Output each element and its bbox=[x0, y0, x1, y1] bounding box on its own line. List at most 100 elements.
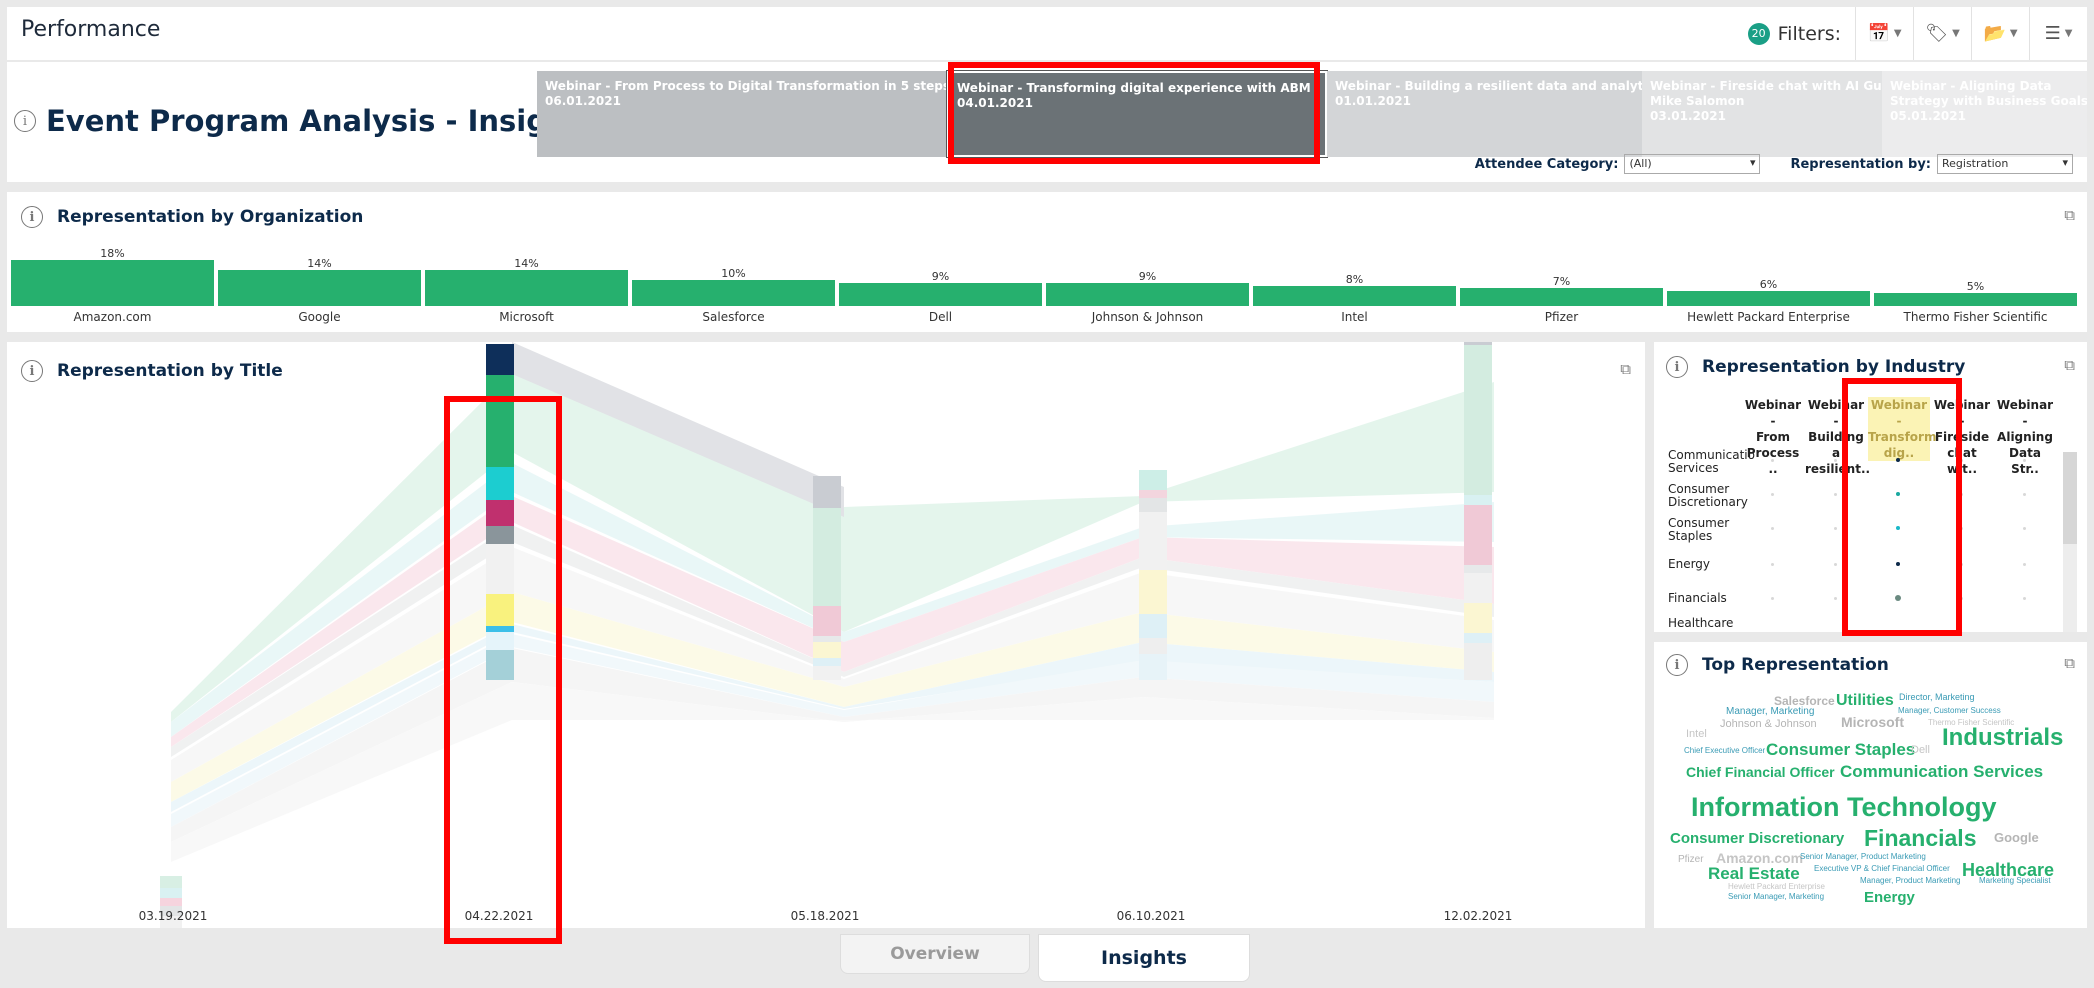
info-icon[interactable]: i bbox=[1666, 356, 1688, 378]
tag-icon: 🏷 bbox=[1925, 23, 1949, 44]
popout-icon[interactable]: ⧉ bbox=[2064, 356, 2075, 374]
highlight-box-column bbox=[444, 396, 562, 944]
event-tile[interactable]: Webinar - From Process to Digital Transf… bbox=[537, 71, 947, 157]
date-filter-button[interactable]: 📅 ▼ bbox=[1855, 7, 1913, 60]
word-cloud-term[interactable]: Intel bbox=[1686, 728, 1707, 740]
column-0610 bbox=[1139, 470, 1167, 680]
word-cloud-term[interactable]: Chief Financial Officer bbox=[1686, 764, 1835, 780]
event-tile[interactable]: Webinar - Fireside chat with AI Guru Mik… bbox=[1642, 71, 1882, 157]
word-cloud-term[interactable]: Chief Executive Officer bbox=[1684, 746, 1765, 755]
representation-by-select[interactable]: Registration bbox=[1937, 154, 2073, 174]
word-cloud-term[interactable]: Consumer Staples bbox=[1766, 740, 1915, 760]
org-bar-column[interactable]: 5% Thermo Fisher Scientific bbox=[1874, 280, 2077, 326]
industry-dot[interactable] bbox=[1833, 562, 1837, 566]
page-title-group: i Event Program Analysis - Insights bbox=[14, 104, 599, 138]
industry-dot[interactable] bbox=[1833, 526, 1837, 530]
word-cloud-term[interactable]: Energy bbox=[1864, 889, 1915, 906]
word-cloud-term[interactable]: Marketing Specialist bbox=[1979, 876, 2051, 885]
word-cloud-term[interactable]: Director, Marketing bbox=[1899, 692, 1975, 702]
org-bar[interactable] bbox=[218, 270, 421, 306]
industry-panel-title: Representation by Industry bbox=[1702, 357, 1966, 377]
filter-count-badge: 20 bbox=[1747, 22, 1770, 45]
org-bar-column[interactable]: 6% Hewlett Packard Enterprise bbox=[1667, 278, 1870, 326]
word-cloud-term[interactable]: Hewlett Packard Enterprise bbox=[1728, 882, 1825, 891]
event-name: Webinar - Building a resilient data and … bbox=[1335, 79, 1642, 93]
tab-overview[interactable]: Overview bbox=[840, 934, 1030, 974]
word-cloud-term[interactable]: Johnson & Johnson bbox=[1720, 718, 1817, 730]
word-cloud-term[interactable]: Google bbox=[1994, 830, 2039, 845]
word-cloud-term[interactable]: Pfizer bbox=[1678, 854, 1704, 865]
org-bar[interactable] bbox=[425, 270, 628, 306]
industry-column-header[interactable]: Webinar - Aligning Data Str.. bbox=[1994, 397, 2056, 477]
industry-dot[interactable] bbox=[1770, 596, 1774, 600]
attendee-category-select[interactable]: (All) bbox=[1624, 154, 1761, 174]
org-bar[interactable] bbox=[632, 280, 835, 306]
folder-filter-button[interactable]: 📂 ▼ bbox=[1971, 7, 2029, 60]
word-cloud-term[interactable]: Manager, Customer Success bbox=[1898, 706, 2001, 715]
word-cloud-term[interactable]: Industrials bbox=[1942, 724, 2063, 752]
highlight-box-event bbox=[948, 62, 1320, 164]
popout-icon[interactable]: ⧉ bbox=[2064, 206, 2075, 224]
org-bar-value-label: 6% bbox=[1759, 278, 1778, 291]
word-cloud-term[interactable]: Senior Manager, Product Marketing bbox=[1800, 852, 1926, 861]
word-cloud-term[interactable]: Utilities bbox=[1836, 692, 1894, 710]
list-filter-button[interactable]: ☰ ▼ bbox=[2029, 7, 2087, 60]
event-tile[interactable]: Webinar - Aligning Data Strategy with Bu… bbox=[1882, 71, 2087, 157]
word-cloud-term[interactable]: Real Estate bbox=[1708, 864, 1800, 884]
org-bar-chart: 18% Amazon.com 14% Google 14% Microsoft 10% Sal… bbox=[11, 240, 2083, 326]
industry-dot[interactable] bbox=[1770, 492, 1774, 496]
industry-dot[interactable] bbox=[1833, 492, 1837, 496]
info-icon[interactable]: i bbox=[14, 110, 36, 132]
org-bar[interactable] bbox=[1046, 283, 1249, 306]
popout-icon[interactable]: ⧉ bbox=[2064, 654, 2075, 672]
industry-dot[interactable] bbox=[1833, 596, 1837, 600]
scroll-thumb[interactable] bbox=[2063, 452, 2077, 544]
industry-scrollbar[interactable] bbox=[2063, 452, 2077, 632]
industry-dot[interactable] bbox=[1770, 562, 1774, 566]
x-tick-label: 12.02.2021 bbox=[1444, 909, 1513, 923]
industry-dot[interactable] bbox=[2022, 596, 2026, 600]
org-bar-column[interactable]: 7% Pfizer bbox=[1460, 275, 1663, 326]
word-cloud-term[interactable]: Manager, Marketing bbox=[1726, 706, 1814, 717]
org-bar-category-label: Johnson & Johnson bbox=[1091, 310, 1204, 324]
info-icon[interactable]: i bbox=[1666, 654, 1688, 676]
word-cloud-term[interactable]: Consumer Discretionary bbox=[1670, 830, 1844, 847]
org-bar-column[interactable]: 18% Amazon.com bbox=[11, 247, 214, 326]
word-cloud-term[interactable]: Information Technology bbox=[1691, 792, 1997, 823]
industry-dot[interactable] bbox=[2022, 492, 2026, 496]
industry-dot[interactable] bbox=[2022, 562, 2026, 566]
industry-row-label: Consumer Discretionary bbox=[1668, 482, 1748, 509]
org-bar[interactable] bbox=[1253, 286, 1456, 306]
word-cloud-term[interactable]: Microsoft bbox=[1841, 714, 1904, 730]
industry-dot[interactable] bbox=[1770, 458, 1774, 462]
org-bar[interactable] bbox=[11, 260, 214, 306]
org-bar[interactable] bbox=[1460, 288, 1663, 306]
event-date: 01.01.2021 bbox=[1335, 94, 1411, 108]
org-bar-column[interactable]: 14% Google bbox=[218, 257, 421, 326]
org-bar[interactable] bbox=[1874, 293, 2077, 306]
info-icon[interactable]: i bbox=[21, 206, 43, 228]
word-cloud-term[interactable]: Executive VP & Chief Financial Officer bbox=[1814, 864, 1950, 873]
org-bar-column[interactable]: 9% Johnson & Johnson bbox=[1046, 270, 1249, 326]
org-bar-value-label: 9% bbox=[931, 270, 950, 283]
industry-dot[interactable] bbox=[1770, 526, 1774, 530]
word-cloud-term[interactable]: Dell bbox=[1911, 744, 1930, 756]
word-cloud-term[interactable]: Manager, Product Marketing bbox=[1860, 876, 1961, 885]
word-cloud-term[interactable]: Financials bbox=[1864, 825, 1976, 852]
industry-dot[interactable] bbox=[1833, 458, 1837, 462]
industry-row-label: Healthcare bbox=[1668, 616, 1734, 630]
event-tile[interactable]: Webinar - Building a resilient data and … bbox=[1327, 71, 1642, 157]
tab-insights[interactable]: Insights bbox=[1038, 934, 1250, 982]
org-bar-column[interactable]: 10% Salesforce bbox=[632, 267, 835, 326]
word-cloud-term[interactable]: Communication Services bbox=[1840, 762, 2043, 782]
org-bar[interactable] bbox=[1667, 291, 1870, 306]
org-bar-column[interactable]: 14% Microsoft bbox=[425, 257, 628, 326]
industry-row-label: Communicatio Services bbox=[1668, 448, 1755, 475]
org-bar[interactable] bbox=[839, 283, 1042, 306]
org-bar-column[interactable]: 9% Dell bbox=[839, 270, 1042, 326]
industry-dot[interactable] bbox=[2022, 458, 2026, 462]
tag-filter-button[interactable]: 🏷 ▼ bbox=[1913, 7, 1971, 60]
org-bar-column[interactable]: 8% Intel bbox=[1253, 273, 1456, 326]
word-cloud-term[interactable]: Senior Manager, Marketing bbox=[1728, 892, 1824, 901]
industry-dot[interactable] bbox=[2022, 526, 2026, 530]
